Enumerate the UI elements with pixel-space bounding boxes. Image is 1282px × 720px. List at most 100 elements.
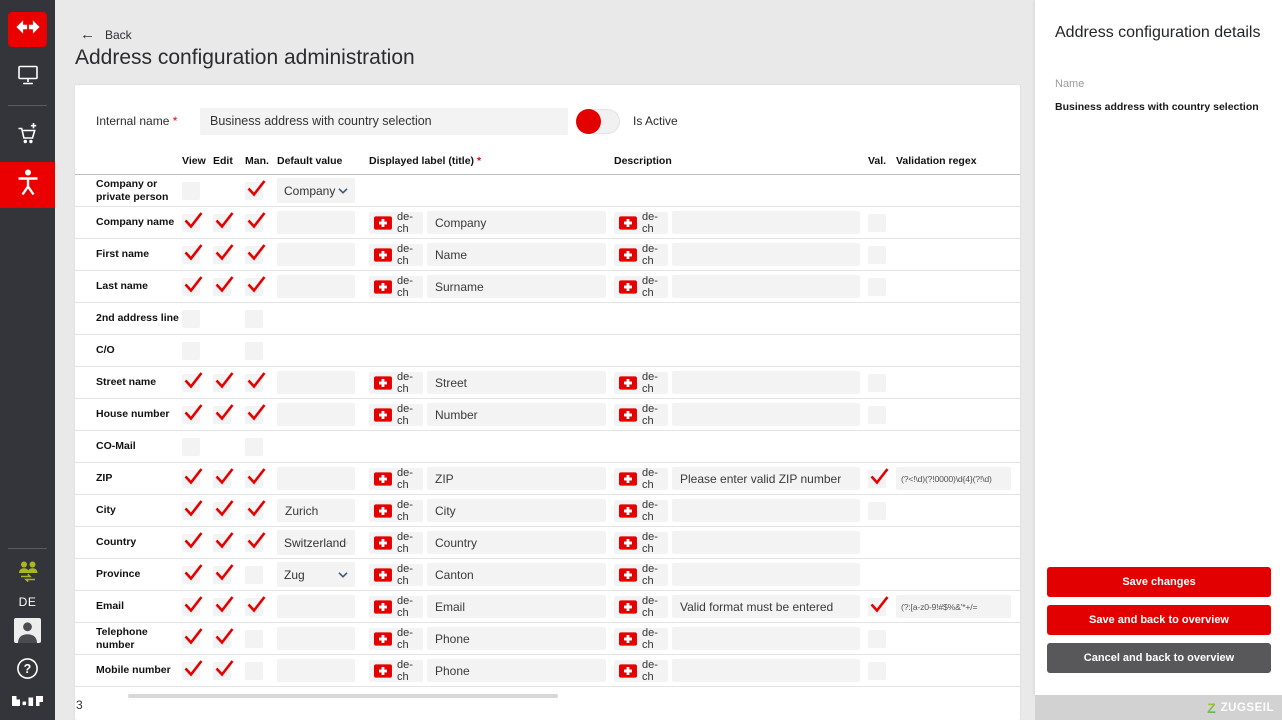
validation-checkbox[interactable] — [868, 277, 886, 296]
default-value-input[interactable] — [277, 659, 355, 682]
edit-checkbox[interactable] — [213, 275, 234, 296]
mandatory-checkbox[interactable] — [245, 275, 266, 296]
validation-checkbox[interactable] — [868, 595, 889, 616]
view-checkbox[interactable] — [182, 211, 203, 232]
default-value-input[interactable] — [277, 275, 355, 298]
default-value-input[interactable] — [277, 403, 355, 426]
language-chip[interactable]: de-ch — [369, 627, 423, 651]
sidebar-item-help[interactable]: ? — [0, 657, 55, 685]
description-input[interactable] — [672, 243, 860, 266]
view-checkbox[interactable] — [182, 595, 203, 616]
displayed-label-input[interactable]: Name — [427, 243, 606, 266]
mandatory-checkbox[interactable] — [245, 341, 263, 360]
view-checkbox[interactable] — [182, 341, 200, 360]
mandatory-checkbox[interactable] — [245, 661, 263, 680]
default-value-input[interactable] — [277, 627, 355, 650]
validation-checkbox[interactable] — [868, 467, 889, 488]
mandatory-checkbox[interactable] — [245, 531, 266, 552]
displayed-label-input[interactable]: Email — [427, 595, 606, 618]
description-input[interactable] — [672, 659, 860, 682]
validation-regex-input[interactable]: (?<!\d)(?!0000)\d{4}(?!\d) — [896, 467, 1011, 490]
mandatory-checkbox[interactable] — [245, 629, 263, 648]
displayed-label-input[interactable]: Street — [427, 371, 606, 394]
displayed-label-input[interactable]: Number — [427, 403, 606, 426]
sbb-logo[interactable] — [8, 12, 47, 47]
edit-checkbox[interactable] — [213, 627, 234, 648]
view-checkbox[interactable] — [182, 563, 203, 584]
sidebar-item-accessibility-active[interactable] — [0, 162, 55, 208]
edit-checkbox[interactable] — [213, 211, 234, 232]
validation-checkbox[interactable] — [868, 661, 886, 680]
mandatory-checkbox[interactable] — [245, 179, 266, 200]
default-value-input[interactable] — [277, 211, 355, 234]
language-chip[interactable]: de-ch — [614, 627, 668, 651]
language-chip[interactable]: de-ch — [614, 467, 668, 491]
language-chip[interactable]: de-ch — [614, 211, 668, 235]
description-input[interactable] — [672, 371, 860, 394]
language-chip[interactable]: de-ch — [369, 371, 423, 395]
edit-checkbox[interactable] — [213, 659, 234, 680]
mandatory-checkbox[interactable] — [245, 211, 266, 232]
displayed-label-input[interactable]: Surname — [427, 275, 606, 298]
default-value-select[interactable]: Zug — [277, 562, 355, 587]
mandatory-checkbox[interactable] — [245, 565, 263, 584]
validation-checkbox[interactable] — [868, 405, 886, 424]
mandatory-checkbox[interactable] — [245, 467, 266, 488]
displayed-label-input[interactable]: Phone — [427, 659, 606, 682]
language-chip[interactable]: de-ch — [369, 563, 423, 587]
view-checkbox[interactable] — [182, 659, 203, 680]
edit-checkbox[interactable] — [213, 403, 234, 424]
edit-checkbox[interactable] — [213, 563, 234, 584]
default-value-input[interactable] — [277, 371, 355, 394]
language-chip[interactable]: de-ch — [369, 499, 423, 523]
default-value-input[interactable] — [277, 243, 355, 266]
horizontal-scrollbar[interactable] — [128, 694, 558, 698]
view-checkbox[interactable] — [182, 531, 203, 552]
language-chip[interactable]: de-ch — [614, 371, 668, 395]
language-chip[interactable]: de-ch — [369, 467, 423, 491]
sidebar-item-profile[interactable] — [0, 618, 55, 647]
view-checkbox[interactable] — [182, 243, 203, 264]
description-input[interactable] — [672, 403, 860, 426]
view-checkbox[interactable] — [182, 437, 200, 456]
view-checkbox[interactable] — [182, 371, 203, 392]
view-checkbox[interactable] — [182, 275, 203, 296]
view-checkbox[interactable] — [182, 309, 200, 328]
view-checkbox[interactable] — [182, 499, 203, 520]
language-chip[interactable]: de-ch — [369, 595, 423, 619]
mandatory-checkbox[interactable] — [245, 243, 266, 264]
validation-checkbox[interactable] — [868, 501, 886, 520]
validation-checkbox[interactable] — [868, 629, 886, 648]
sidebar-item-display[interactable] — [0, 61, 55, 93]
language-selector[interactable]: DE — [19, 595, 37, 609]
language-chip[interactable]: de-ch — [369, 211, 423, 235]
description-input[interactable] — [672, 531, 860, 554]
edit-checkbox[interactable] — [213, 243, 234, 264]
default-value-input[interactable] — [277, 595, 355, 618]
description-input[interactable] — [672, 627, 860, 650]
displayed-label-input[interactable]: Country — [427, 531, 606, 554]
language-chip[interactable]: de-ch — [614, 595, 668, 619]
internal-name-input[interactable]: Business address with country selection — [200, 107, 568, 135]
sidebar-item-shop[interactable] — [0, 120, 55, 152]
description-input[interactable]: Please enter valid ZIP number — [672, 467, 860, 490]
description-input[interactable] — [672, 211, 860, 234]
save-and-back-button[interactable]: Save and back to overview — [1047, 605, 1271, 635]
language-chip[interactable]: de-ch — [614, 275, 668, 299]
description-input[interactable]: Valid format must be entered — [672, 595, 860, 618]
view-checkbox[interactable] — [182, 403, 203, 424]
language-chip[interactable]: de-ch — [614, 659, 668, 683]
mandatory-checkbox[interactable] — [245, 437, 263, 456]
validation-checkbox[interactable] — [868, 245, 886, 264]
edit-checkbox[interactable] — [213, 467, 234, 488]
default-value-select[interactable]: Switzerland — [277, 530, 355, 555]
mandatory-checkbox[interactable] — [245, 371, 266, 392]
default-value-input[interactable] — [277, 467, 355, 490]
description-input[interactable] — [672, 275, 860, 298]
sidebar-item-user-groups[interactable] — [0, 559, 55, 587]
mandatory-checkbox[interactable] — [245, 309, 263, 328]
view-checkbox[interactable] — [182, 467, 203, 488]
language-chip[interactable]: de-ch — [614, 403, 668, 427]
is-active-toggle[interactable] — [576, 108, 620, 134]
edit-checkbox[interactable] — [213, 499, 234, 520]
